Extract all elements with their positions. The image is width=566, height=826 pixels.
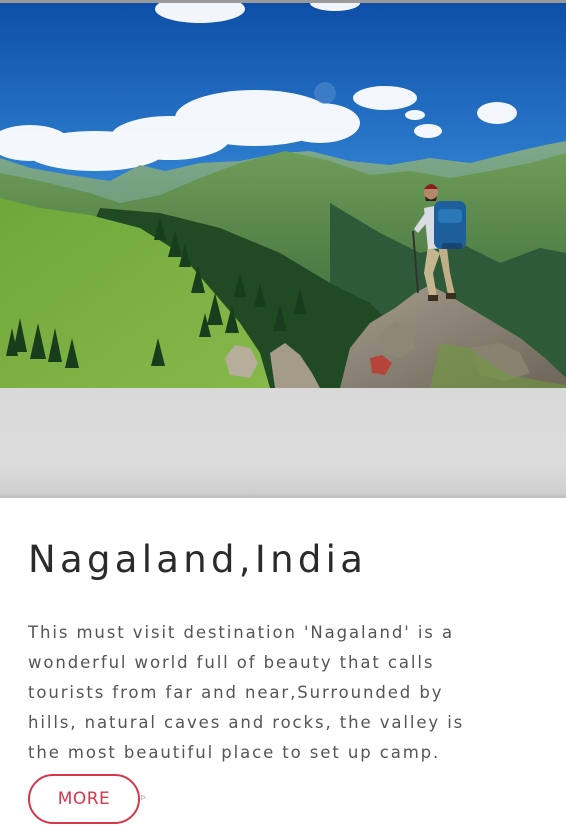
description-line: tourists from far and near,Surrounded by — [28, 683, 444, 702]
hero-image — [0, 3, 566, 388]
destination-card: Nagaland,India This must visit destinati… — [0, 498, 566, 826]
card-description: This must visit destination 'Nagaland' i… — [28, 618, 528, 768]
description-line: the most beautiful place to set up camp. — [28, 743, 441, 762]
arrow-right-icon: ▹ — [141, 792, 147, 803]
page: Nagaland,India This must visit destinati… — [0, 0, 566, 826]
more-button[interactable]: MORE — [28, 774, 140, 824]
description-line: hills, natural caves and rocks, the vall… — [28, 713, 465, 732]
grey-band — [0, 388, 566, 498]
card-title: Nagaland,India — [28, 538, 368, 581]
description-line: This must visit destination 'Nagaland' i… — [28, 623, 454, 642]
description-line: wonderful world full of beauty that call… — [28, 653, 435, 672]
